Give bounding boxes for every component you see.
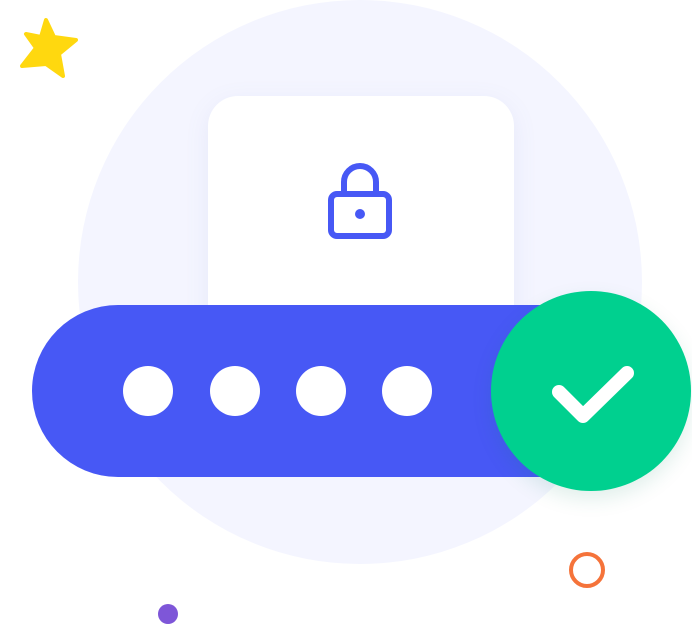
star-icon — [20, 18, 78, 78]
password-dot — [382, 366, 432, 416]
lock-icon — [328, 163, 392, 239]
success-badge — [491, 291, 691, 491]
small-dot-decoration — [158, 604, 178, 624]
password-dot — [123, 366, 173, 416]
password-dot — [210, 366, 260, 416]
checkmark-icon — [552, 366, 634, 423]
ring-icon — [569, 552, 605, 588]
password-dot — [296, 366, 346, 416]
